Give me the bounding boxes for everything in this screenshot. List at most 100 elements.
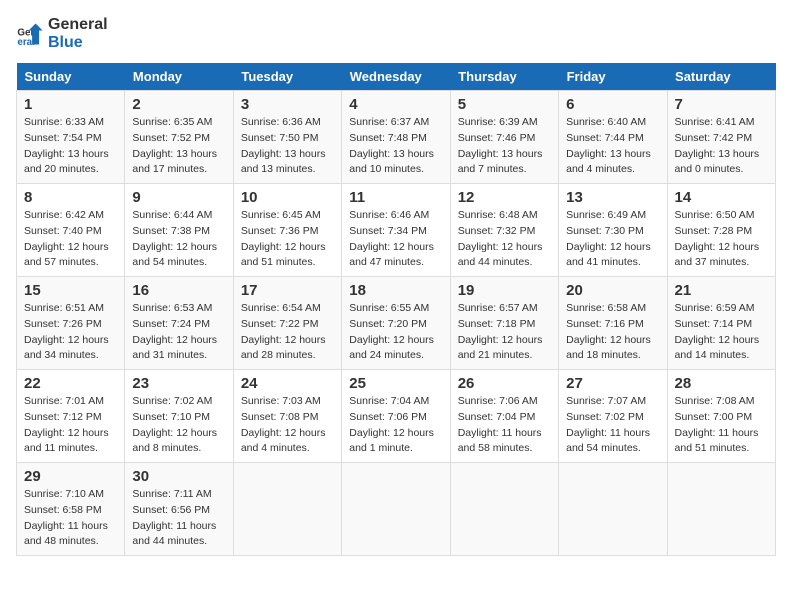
- day-detail: Sunrise: 6:36 AMSunset: 7:50 PMDaylight:…: [241, 116, 326, 175]
- day-detail: Sunrise: 6:48 AMSunset: 7:32 PMDaylight:…: [458, 209, 543, 268]
- day-detail: Sunrise: 7:01 AMSunset: 7:12 PMDaylight:…: [24, 395, 109, 454]
- day-number: 12: [458, 189, 551, 206]
- day-detail: Sunrise: 6:37 AMSunset: 7:48 PMDaylight:…: [349, 116, 434, 175]
- weekday-header-tuesday: Tuesday: [233, 63, 341, 91]
- calendar-cell: 15 Sunrise: 6:51 AMSunset: 7:26 PMDaylig…: [17, 277, 125, 370]
- calendar-week-row: 22 Sunrise: 7:01 AMSunset: 7:12 PMDaylig…: [17, 370, 776, 463]
- day-detail: Sunrise: 7:03 AMSunset: 7:08 PMDaylight:…: [241, 395, 326, 454]
- day-number: 16: [132, 282, 225, 299]
- day-detail: Sunrise: 6:53 AMSunset: 7:24 PMDaylight:…: [132, 302, 217, 361]
- calendar-week-row: 29 Sunrise: 7:10 AMSunset: 6:58 PMDaylig…: [17, 463, 776, 556]
- day-number: 1: [24, 96, 117, 113]
- weekday-header-row: SundayMondayTuesdayWednesdayThursdayFrid…: [17, 63, 776, 91]
- day-detail: Sunrise: 7:10 AMSunset: 6:58 PMDaylight:…: [24, 488, 108, 547]
- day-detail: Sunrise: 7:08 AMSunset: 7:00 PMDaylight:…: [675, 395, 759, 454]
- day-detail: Sunrise: 6:55 AMSunset: 7:20 PMDaylight:…: [349, 302, 434, 361]
- calendar-cell: 19 Sunrise: 6:57 AMSunset: 7:18 PMDaylig…: [450, 277, 558, 370]
- calendar-cell: 8 Sunrise: 6:42 AMSunset: 7:40 PMDayligh…: [17, 184, 125, 277]
- day-number: 22: [24, 375, 117, 392]
- day-detail: Sunrise: 6:41 AMSunset: 7:42 PMDaylight:…: [675, 116, 760, 175]
- calendar-cell: 12 Sunrise: 6:48 AMSunset: 7:32 PMDaylig…: [450, 184, 558, 277]
- day-detail: Sunrise: 6:46 AMSunset: 7:34 PMDaylight:…: [349, 209, 434, 268]
- calendar-cell: 26 Sunrise: 7:06 AMSunset: 7:04 PMDaylig…: [450, 370, 558, 463]
- calendar-week-row: 1 Sunrise: 6:33 AMSunset: 7:54 PMDayligh…: [17, 91, 776, 184]
- day-detail: Sunrise: 6:45 AMSunset: 7:36 PMDaylight:…: [241, 209, 326, 268]
- calendar-cell: 2 Sunrise: 6:35 AMSunset: 7:52 PMDayligh…: [125, 91, 233, 184]
- calendar-week-row: 8 Sunrise: 6:42 AMSunset: 7:40 PMDayligh…: [17, 184, 776, 277]
- day-detail: Sunrise: 7:04 AMSunset: 7:06 PMDaylight:…: [349, 395, 434, 454]
- calendar-cell: 28 Sunrise: 7:08 AMSunset: 7:00 PMDaylig…: [667, 370, 775, 463]
- day-number: 25: [349, 375, 442, 392]
- day-number: 9: [132, 189, 225, 206]
- day-detail: Sunrise: 6:40 AMSunset: 7:44 PMDaylight:…: [566, 116, 651, 175]
- calendar-cell: 14 Sunrise: 6:50 AMSunset: 7:28 PMDaylig…: [667, 184, 775, 277]
- logo-icon: Gen eral: [16, 20, 44, 48]
- calendar-cell: 23 Sunrise: 7:02 AMSunset: 7:10 PMDaylig…: [125, 370, 233, 463]
- day-number: 26: [458, 375, 551, 392]
- calendar-cell: 21 Sunrise: 6:59 AMSunset: 7:14 PMDaylig…: [667, 277, 775, 370]
- day-number: 24: [241, 375, 334, 392]
- day-number: 28: [675, 375, 768, 392]
- day-number: 29: [24, 468, 117, 485]
- day-detail: Sunrise: 7:07 AMSunset: 7:02 PMDaylight:…: [566, 395, 650, 454]
- day-number: 21: [675, 282, 768, 299]
- calendar-cell: 29 Sunrise: 7:10 AMSunset: 6:58 PMDaylig…: [17, 463, 125, 556]
- day-detail: Sunrise: 6:49 AMSunset: 7:30 PMDaylight:…: [566, 209, 651, 268]
- calendar-cell: [559, 463, 667, 556]
- weekday-header-saturday: Saturday: [667, 63, 775, 91]
- day-number: 5: [458, 96, 551, 113]
- day-detail: Sunrise: 6:44 AMSunset: 7:38 PMDaylight:…: [132, 209, 217, 268]
- day-number: 10: [241, 189, 334, 206]
- day-number: 3: [241, 96, 334, 113]
- calendar-cell: 24 Sunrise: 7:03 AMSunset: 7:08 PMDaylig…: [233, 370, 341, 463]
- calendar-cell: 11 Sunrise: 6:46 AMSunset: 7:34 PMDaylig…: [342, 184, 450, 277]
- day-number: 2: [132, 96, 225, 113]
- day-number: 13: [566, 189, 659, 206]
- day-detail: Sunrise: 6:50 AMSunset: 7:28 PMDaylight:…: [675, 209, 760, 268]
- day-number: 14: [675, 189, 768, 206]
- day-number: 7: [675, 96, 768, 113]
- day-detail: Sunrise: 6:35 AMSunset: 7:52 PMDaylight:…: [132, 116, 217, 175]
- calendar-cell: 9 Sunrise: 6:44 AMSunset: 7:38 PMDayligh…: [125, 184, 233, 277]
- day-detail: Sunrise: 7:06 AMSunset: 7:04 PMDaylight:…: [458, 395, 542, 454]
- calendar-cell: 13 Sunrise: 6:49 AMSunset: 7:30 PMDaylig…: [559, 184, 667, 277]
- calendar-week-row: 15 Sunrise: 6:51 AMSunset: 7:26 PMDaylig…: [17, 277, 776, 370]
- day-number: 17: [241, 282, 334, 299]
- day-number: 8: [24, 189, 117, 206]
- calendar-cell: 5 Sunrise: 6:39 AMSunset: 7:46 PMDayligh…: [450, 91, 558, 184]
- weekday-header-thursday: Thursday: [450, 63, 558, 91]
- day-detail: Sunrise: 6:42 AMSunset: 7:40 PMDaylight:…: [24, 209, 109, 268]
- day-number: 15: [24, 282, 117, 299]
- calendar-cell: 16 Sunrise: 6:53 AMSunset: 7:24 PMDaylig…: [125, 277, 233, 370]
- calendar-cell: 1 Sunrise: 6:33 AMSunset: 7:54 PMDayligh…: [17, 91, 125, 184]
- logo-text-blue: Blue: [48, 34, 108, 52]
- calendar-cell: 4 Sunrise: 6:37 AMSunset: 7:48 PMDayligh…: [342, 91, 450, 184]
- weekday-header-sunday: Sunday: [17, 63, 125, 91]
- calendar-cell: 22 Sunrise: 7:01 AMSunset: 7:12 PMDaylig…: [17, 370, 125, 463]
- day-number: 30: [132, 468, 225, 485]
- day-number: 20: [566, 282, 659, 299]
- day-detail: Sunrise: 6:58 AMSunset: 7:16 PMDaylight:…: [566, 302, 651, 361]
- day-number: 4: [349, 96, 442, 113]
- day-detail: Sunrise: 6:33 AMSunset: 7:54 PMDaylight:…: [24, 116, 109, 175]
- weekday-header-wednesday: Wednesday: [342, 63, 450, 91]
- calendar-cell: 6 Sunrise: 6:40 AMSunset: 7:44 PMDayligh…: [559, 91, 667, 184]
- calendar-cell: 18 Sunrise: 6:55 AMSunset: 7:20 PMDaylig…: [342, 277, 450, 370]
- calendar-cell: 17 Sunrise: 6:54 AMSunset: 7:22 PMDaylig…: [233, 277, 341, 370]
- day-detail: Sunrise: 7:11 AMSunset: 6:56 PMDaylight:…: [132, 488, 216, 547]
- day-number: 11: [349, 189, 442, 206]
- day-detail: Sunrise: 6:51 AMSunset: 7:26 PMDaylight:…: [24, 302, 109, 361]
- calendar-cell: [233, 463, 341, 556]
- page-header: Gen eral General Blue: [16, 16, 776, 51]
- day-detail: Sunrise: 6:39 AMSunset: 7:46 PMDaylight:…: [458, 116, 543, 175]
- day-detail: Sunrise: 6:54 AMSunset: 7:22 PMDaylight:…: [241, 302, 326, 361]
- day-number: 19: [458, 282, 551, 299]
- weekday-header-friday: Friday: [559, 63, 667, 91]
- day-number: 23: [132, 375, 225, 392]
- calendar-cell: 25 Sunrise: 7:04 AMSunset: 7:06 PMDaylig…: [342, 370, 450, 463]
- calendar-cell: [450, 463, 558, 556]
- calendar-cell: [342, 463, 450, 556]
- calendar-table: SundayMondayTuesdayWednesdayThursdayFrid…: [16, 63, 776, 556]
- calendar-cell: 7 Sunrise: 6:41 AMSunset: 7:42 PMDayligh…: [667, 91, 775, 184]
- calendar-cell: [667, 463, 775, 556]
